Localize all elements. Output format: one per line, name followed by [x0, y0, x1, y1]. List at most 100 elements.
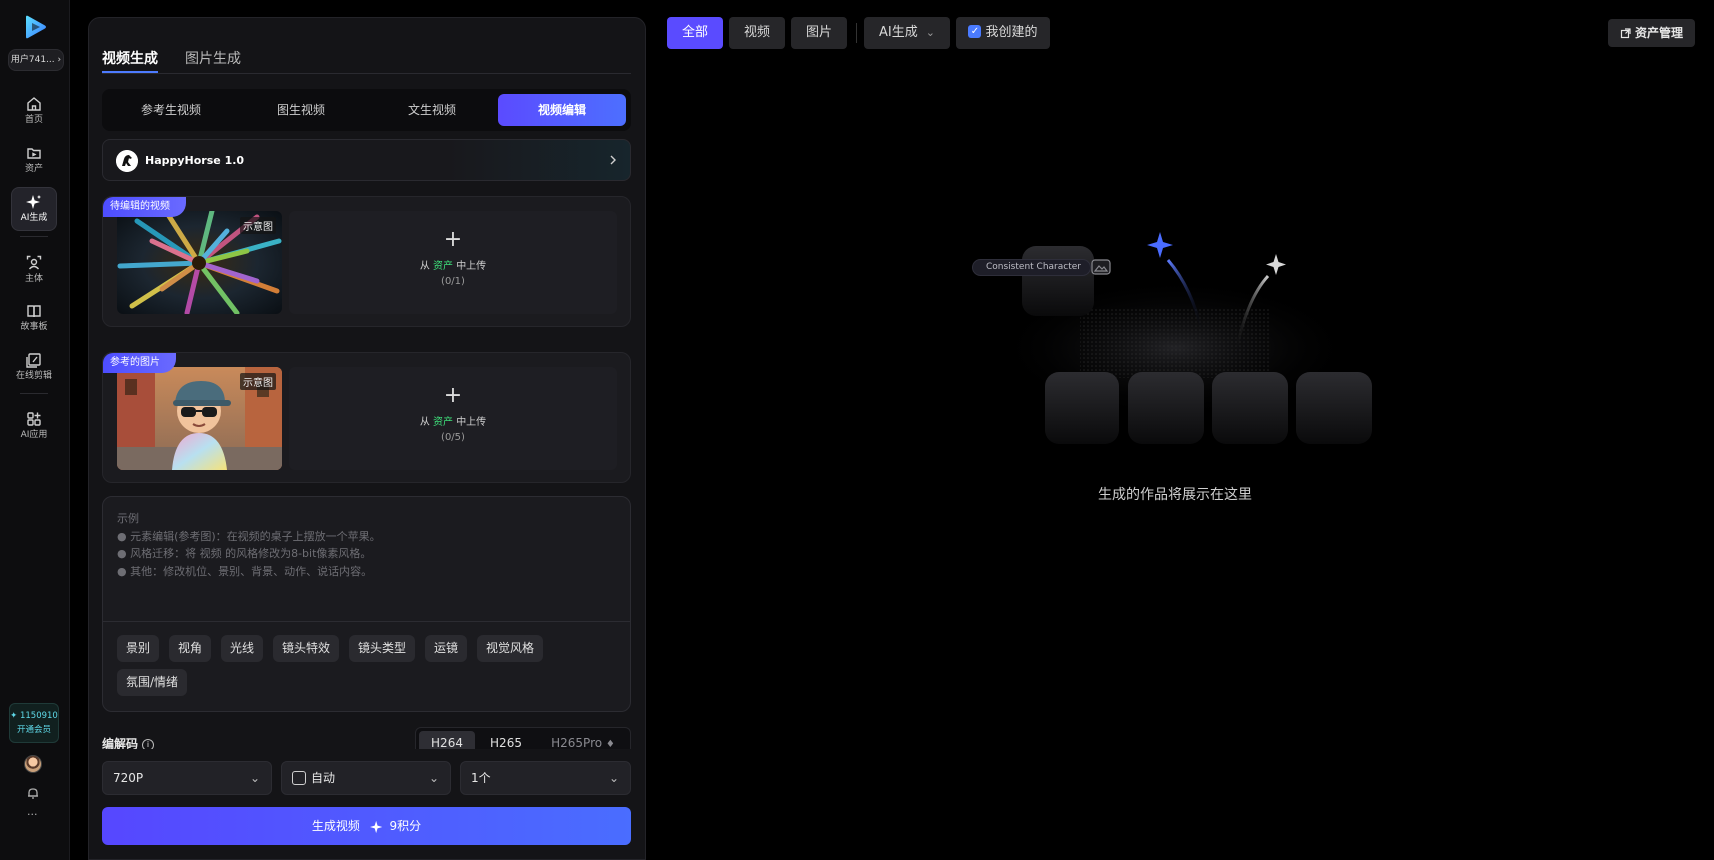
asset-management-label: 资产管理	[1634, 26, 1683, 40]
video-upload-card: 示意图 + 从 资产 中上传 (0/1) 待编辑的视频	[102, 196, 631, 327]
more-icon[interactable]: ···	[27, 808, 38, 821]
asset-management-button[interactable]: 资产管理	[1608, 19, 1695, 47]
sample-image-thumbnail: 示意图	[117, 367, 282, 470]
assets-link[interactable]: 资产	[433, 261, 453, 272]
auto-checkbox[interactable]	[292, 770, 306, 785]
upload-count: (0/1)	[441, 276, 465, 287]
left-rail: 用户741... › 首页 资产 AI生成 主体 故事板 在线剪辑 AI应用 ✦…	[0, 0, 70, 860]
image-drop-zone[interactable]: + 从 资产 中上传 (0/5)	[289, 367, 617, 470]
external-link-icon	[1620, 27, 1631, 38]
rail-divider	[20, 236, 48, 237]
consistent-character-label: Consistent Character	[986, 262, 1081, 272]
folder-icon	[27, 148, 41, 159]
quantity-value: 1个	[471, 771, 491, 785]
chip-lens-type[interactable]: 镜头类型	[349, 635, 416, 662]
model-selector[interactable]: HappyHorse 1.0	[102, 139, 631, 181]
chip-lighting[interactable]: 光线	[221, 635, 264, 662]
credits-count: ✦ 1150910	[10, 711, 58, 721]
nav-storyboard-label: 故事板	[20, 322, 48, 332]
filter-image[interactable]: 图片	[791, 17, 847, 49]
prompt-input[interactable]: 示例 ● 元素编辑(参考图)：在视频的桌子上摆放一个苹果。 ● 风格迁移：将 视…	[102, 496, 631, 712]
nav-ai-apps-label: AI应用	[20, 430, 48, 440]
generate-cost: 9积分	[389, 819, 422, 833]
sample-video-thumbnail: 示意图	[117, 211, 282, 314]
rail-divider	[20, 393, 48, 394]
chevron-right-icon: ›	[54, 55, 62, 65]
avatar[interactable]	[24, 755, 42, 773]
tab-video-generate[interactable]: 视频生成	[102, 48, 158, 68]
subtab-image-to-video[interactable]: 图生视频	[237, 94, 365, 126]
storyboard-icon	[27, 305, 41, 318]
created-by-me-label: 我创建的	[985, 25, 1038, 40]
chip-angle[interactable]: 视角	[169, 635, 212, 662]
sample-badge: 示意图	[240, 373, 276, 390]
checkbox-checked-icon[interactable]: ✓	[968, 25, 982, 38]
chip-camera-move[interactable]: 运镜	[425, 635, 468, 662]
chevron-down-icon: ⌄	[608, 771, 619, 785]
mode-divider	[102, 73, 631, 74]
credits-badge[interactable]: ✦ 1150910 开通会员	[9, 703, 59, 743]
prompt-line: ● 其他：修改机位、景别、背景、动作、说话内容。	[117, 564, 373, 578]
filter-divider	[856, 23, 857, 43]
plus-icon: +	[443, 227, 463, 252]
created-by-me-filter[interactable]: ✓ 我创建的	[956, 17, 1050, 49]
user-menu-button[interactable]: 用户741... ›	[8, 49, 64, 71]
nav-ai-generate[interactable]: AI生成	[11, 187, 57, 231]
nav-subject-label: 主体	[24, 274, 43, 284]
nav-online-edit[interactable]: 在线剪辑	[11, 346, 57, 390]
user-label: 用户741...	[10, 55, 55, 65]
upload-hint: 从 资产 中上传	[289, 413, 617, 428]
app-logo-icon[interactable]	[22, 14, 48, 40]
subtab-reference-video[interactable]: 参考生视频	[107, 94, 235, 126]
tab-image-generate[interactable]: 图片生成	[185, 48, 241, 68]
chip-lens-effect[interactable]: 镜头特效	[273, 635, 340, 662]
nav-ai-apps[interactable]: AI应用	[11, 405, 57, 449]
prompt-line: 示例	[117, 512, 139, 525]
nav-assets[interactable]: 资产	[11, 139, 57, 183]
nav-subject[interactable]: 主体	[11, 249, 57, 293]
quantity-select[interactable]: 1个 ⌄	[460, 761, 631, 795]
subtab-text-to-video[interactable]: 文生视频	[368, 94, 496, 126]
duration-select[interactable]: 自动 ⌄	[281, 761, 451, 795]
chip-mood[interactable]: 氛围/情绪	[117, 669, 188, 696]
chip-shot-size[interactable]: 景别	[117, 635, 160, 662]
chip-visual-style[interactable]: 视觉风格	[477, 635, 544, 662]
model-name: HappyHorse 1.0	[145, 154, 245, 167]
subtab-video-edit[interactable]: 视频编辑	[498, 94, 626, 126]
home-icon	[27, 97, 41, 111]
horse-logo-icon	[116, 150, 138, 172]
bell-icon[interactable]	[26, 786, 40, 800]
prompt-placeholder: 示例 ● 元素编辑(参考图)：在视频的桌子上摆放一个苹果。 ● 风格迁移：将 视…	[117, 510, 381, 580]
vip-link[interactable]: 开通会员	[10, 723, 58, 735]
ai-generate-dropdown-label: AI生成	[879, 25, 918, 40]
filter-all[interactable]: 全部	[667, 17, 723, 49]
nav-home-label: 首页	[24, 115, 43, 125]
video-drop-zone[interactable]: + 从 资产 中上传 (0/1)	[289, 211, 617, 314]
nav-online-edit-label: 在线剪辑	[15, 371, 52, 381]
nav-ai-generate-label: AI生成	[20, 213, 48, 223]
nav-home[interactable]: 首页	[11, 90, 57, 134]
empty-state-illustration: Consistent Character	[970, 228, 1380, 458]
nav-assets-label: 资产	[24, 164, 43, 174]
card-tag: 参考的图片	[103, 353, 176, 373]
consistent-character-tag: Consistent Character	[972, 259, 1091, 276]
resolution-value: 720P	[113, 771, 144, 785]
chevron-down-icon: ⌄	[428, 771, 439, 785]
ai-generate-dropdown[interactable]: AI生成 ⌄	[864, 17, 950, 49]
sample-badge: 示意图	[240, 217, 276, 234]
sparkle-icon	[369, 820, 382, 833]
image-icon	[1091, 259, 1111, 275]
nav-storyboard[interactable]: 故事板	[11, 297, 57, 341]
codec-h265pro-label: H265Pro	[551, 736, 603, 750]
assets-link[interactable]: 资产	[433, 417, 453, 428]
sub-tabs: 参考生视频 图生视频 文生视频 视频编辑	[102, 89, 631, 131]
resolution-select[interactable]: 720P ⌄	[102, 761, 272, 795]
generate-video-button[interactable]: 生成视频 9积分	[102, 807, 631, 845]
plus-icon: +	[443, 383, 463, 408]
image-upload-card: 示意图 + 从 资产 中上传 (0/5) 参考的图片	[102, 352, 631, 483]
sparkle-icon	[26, 195, 41, 209]
prompt-line: ● 元素编辑(参考图)：在视频的桌子上摆放一个苹果。	[117, 529, 381, 543]
prompt-divider	[103, 621, 630, 622]
subject-icon	[26, 255, 42, 270]
filter-video[interactable]: 视频	[729, 17, 785, 49]
